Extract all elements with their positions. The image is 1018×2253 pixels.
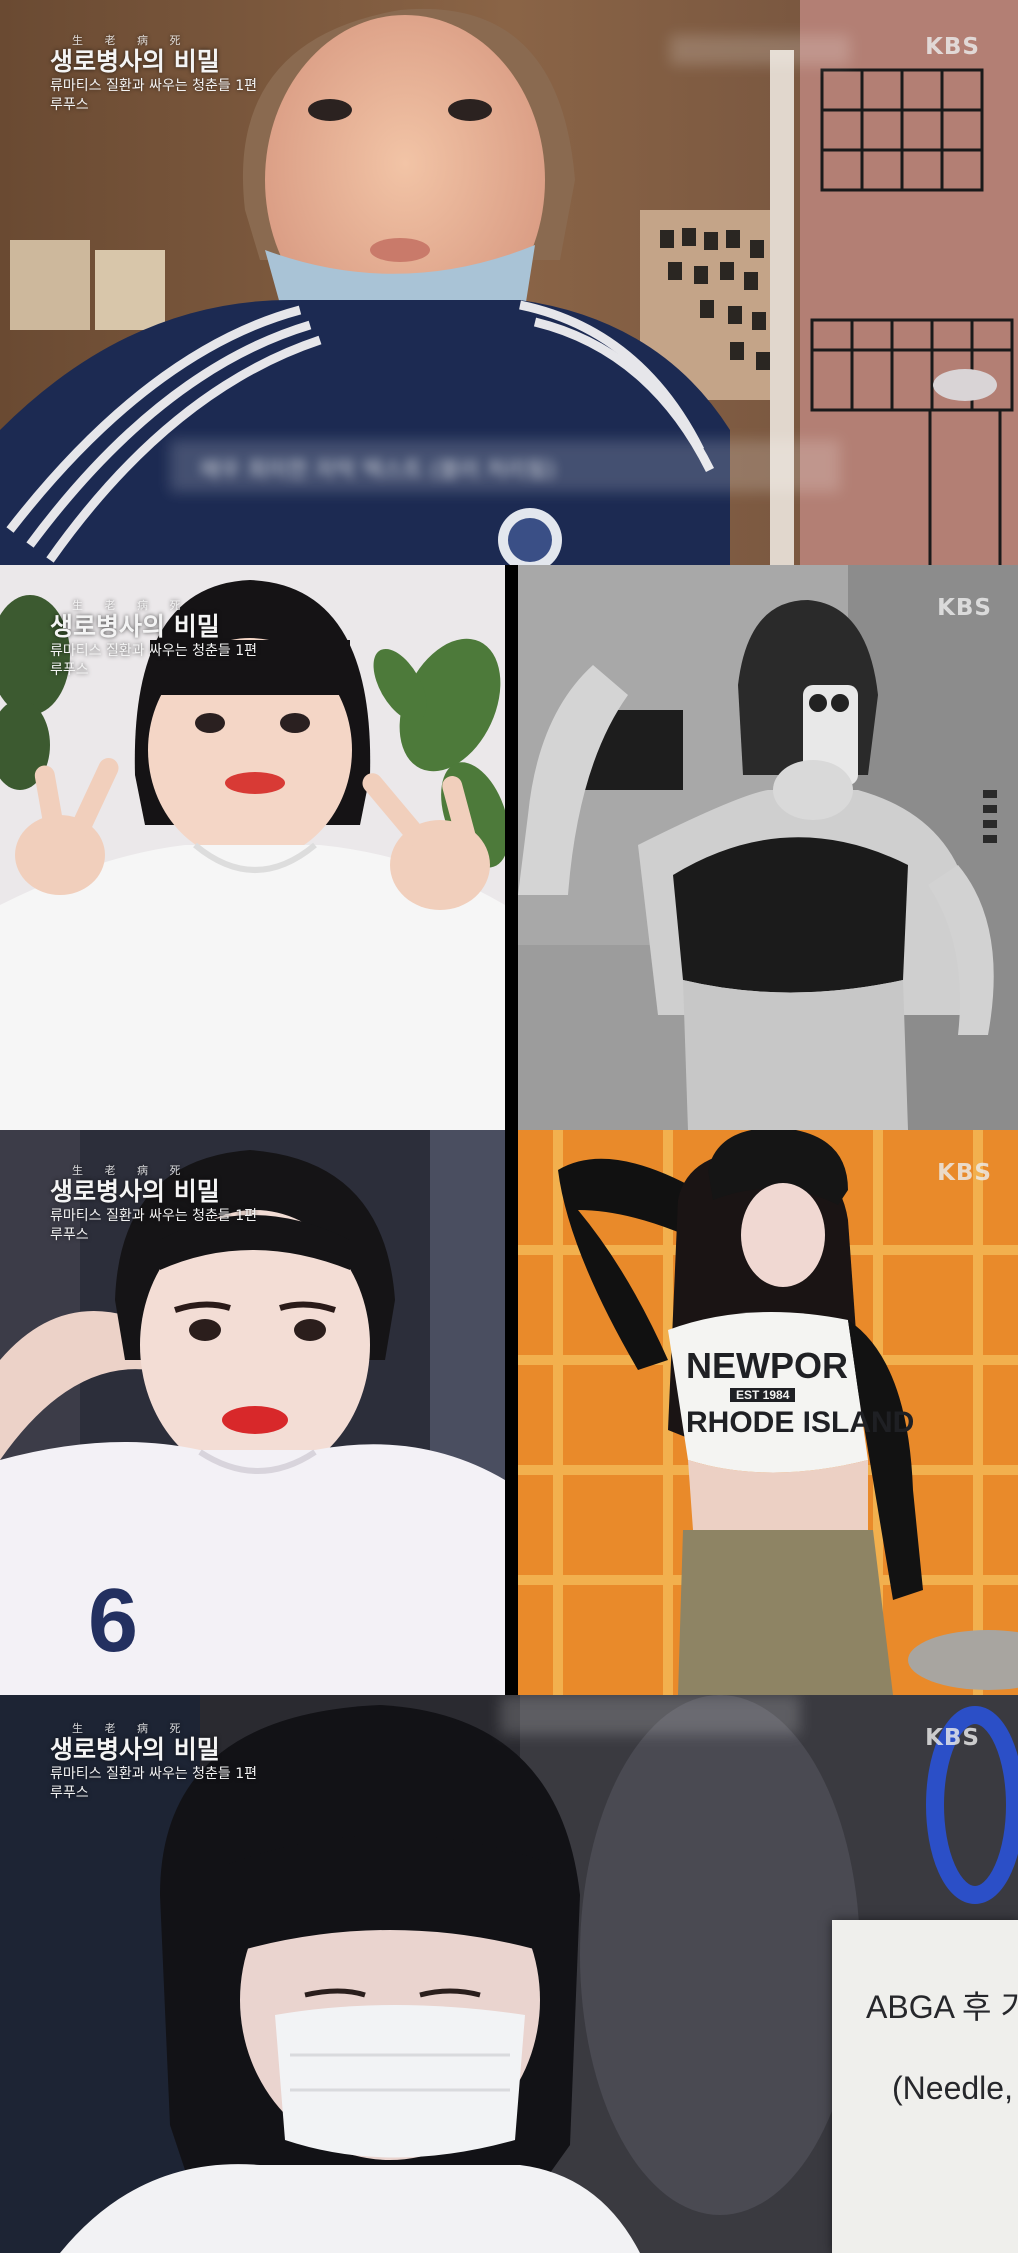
shirt-print-line1: NEWPOR (686, 1345, 848, 1386)
photo-panel-4: 6 生 老 病 死 생로병사의 비밀 류마티스 질환과 싸우는 청춘들 1편 루… (0, 1130, 505, 1695)
program-overlay: 生 老 病 死 생로병사의 비밀 류마티스 질환과 싸우는 청춘들 1편 루푸스 (50, 597, 257, 679)
program-overlay: 生 老 病 死 생로병사의 비밀 류마티스 질환과 싸우는 청춘들 1편 루푸스 (50, 32, 257, 114)
program-subtitle: 류마티스 질환과 싸우는 청춘들 1편 (50, 1766, 258, 1782)
program-subtitle: 류마티스 질환과 싸우는 청춘들 1편 (50, 643, 258, 659)
program-hanja: 生 老 病 死 (72, 1164, 190, 1177)
blurred-caption: 매우 희미한 자막 텍스트 (블러 처리됨) (200, 458, 556, 483)
photo-panel-5: NEWPOR EST 1984 RHODE ISLAND KBS (518, 1130, 1018, 1695)
program-topic: 루푸스 (50, 97, 89, 113)
program-hanja: 生 老 病 死 (72, 1722, 190, 1735)
photo-panel-3: KBS (518, 565, 1018, 1130)
sign-line-2: (Needle, (892, 2070, 1013, 2106)
shirt-number: 6 (88, 1571, 139, 1671)
program-topic: 루푸스 (50, 1227, 89, 1243)
sign-line-1: ABGA 후 기 (866, 1989, 1018, 2025)
broadcaster-logo: KBS (925, 34, 980, 60)
program-hanja: 生 老 病 死 (72, 599, 190, 612)
shirt-print-line2: EST 1984 (730, 1388, 796, 1402)
program-title: 생로병사의 비밀 (50, 1735, 220, 1764)
blurred-top-bar (670, 35, 850, 65)
program-title: 생로병사의 비밀 (50, 1177, 220, 1206)
program-topic: 루푸스 (50, 1785, 89, 1801)
photo-panel-2: 生 老 病 死 생로병사의 비밀 류마티스 질환과 싸우는 청춘들 1편 루푸스 (0, 565, 505, 1130)
broadcaster-logo: KBS (925, 1725, 980, 1751)
broadcaster-logo: KBS (937, 595, 992, 621)
program-overlay: 生 老 病 死 생로병사의 비밀 류마티스 질환과 싸우는 청춘들 1편 루푸스 (50, 1720, 257, 1802)
photo-panel-1: 매우 희미한 자막 텍스트 (블러 처리됨) 生 老 病 死 생로병사의 비밀 … (0, 0, 1018, 565)
program-title: 생로병사의 비밀 (50, 612, 220, 641)
program-title: 생로병사의 비밀 (50, 47, 220, 76)
mirror-selfie-scene (518, 565, 1018, 1130)
broadcaster-logo: KBS (937, 1160, 992, 1186)
program-overlay: 生 老 病 死 생로병사의 비밀 류마티스 질환과 싸우는 청춘들 1편 루푸스 (50, 1162, 257, 1244)
shirt-print-line3: RHODE ISLAND (686, 1406, 915, 1439)
program-hanja: 生 老 病 死 (72, 34, 190, 47)
blurred-top-bar (500, 1695, 800, 1735)
program-topic: 루푸스 (50, 662, 89, 678)
hospital-sign: ABGA 후 기 (Needle, (832, 1920, 1018, 2253)
program-subtitle: 류마티스 질환과 싸우는 청춘들 1편 (50, 1208, 258, 1224)
program-subtitle: 류마티스 질환과 싸우는 청춘들 1편 (50, 78, 258, 94)
